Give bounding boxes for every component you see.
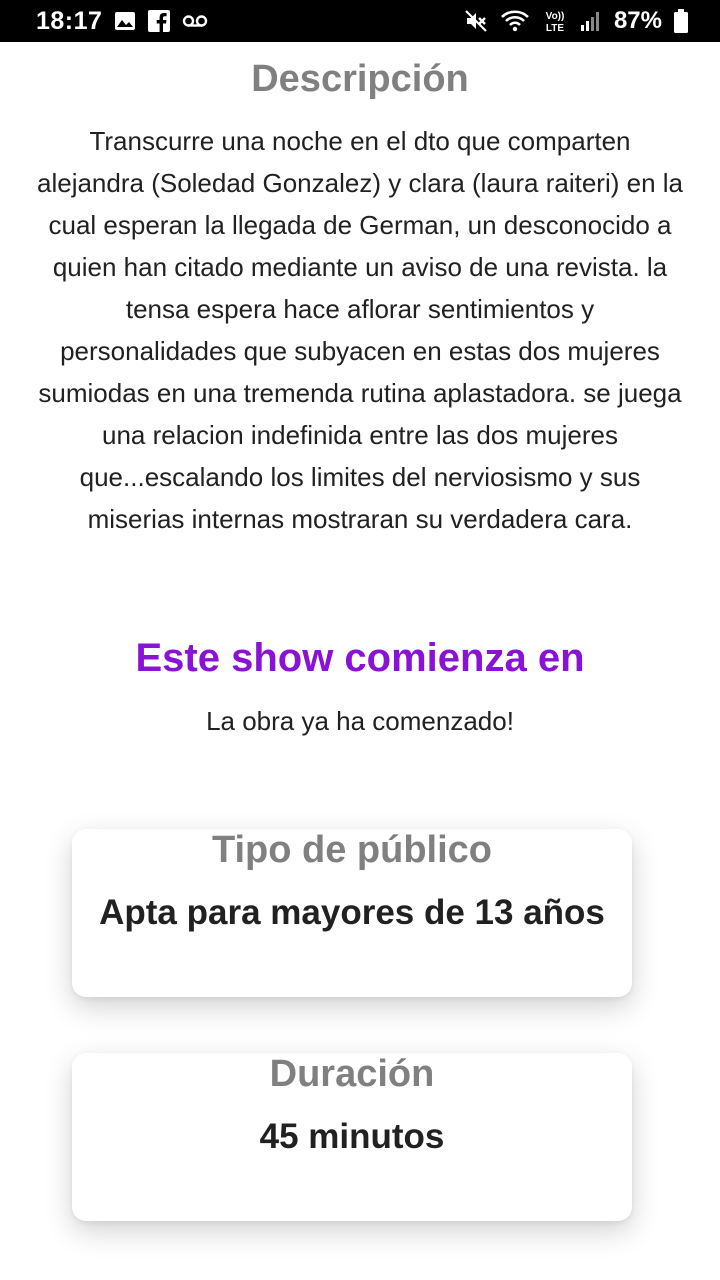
facebook-icon xyxy=(148,10,171,32)
status-time: 18:17 xyxy=(36,6,103,35)
voicemail-icon xyxy=(182,14,208,28)
description-text: Transcurre una noche en el dto que compa… xyxy=(37,126,683,534)
duration-card: Duración 45 minutos xyxy=(72,1053,632,1221)
audience-title: Tipo de público xyxy=(211,829,493,871)
show-detail-content[interactable]: Descripción Transcurre una noche en el d… xyxy=(0,42,720,1280)
show-start-heading: Este show comienza en xyxy=(135,636,585,680)
duration-value: 45 minutos xyxy=(259,1117,445,1156)
status-bar-left: 18:17 xyxy=(36,7,208,36)
battery-percent: 87% xyxy=(613,7,662,34)
audience-card: Tipo de público Apta para mayores de 13 … xyxy=(72,829,632,997)
status-bar: 18:17 Vo)) LTE 87% xyxy=(0,0,720,42)
signal-icon xyxy=(580,10,602,32)
wifi-icon xyxy=(500,9,530,33)
image-icon xyxy=(114,11,136,31)
status-bar-right: Vo)) LTE 87% xyxy=(464,7,688,35)
volte-icon: Vo)) LTE xyxy=(542,8,568,34)
show-status-text: La obra ya ha comenzado! xyxy=(206,706,514,736)
audience-value: Apta para mayores de 13 años xyxy=(99,893,605,932)
battery-icon xyxy=(674,9,688,33)
description-heading: Descripción xyxy=(251,58,469,100)
mute-icon xyxy=(464,9,488,33)
volte-bottom-label: LTE xyxy=(546,23,564,34)
duration-title: Duración xyxy=(269,1053,435,1095)
volte-top-label: Vo)) xyxy=(546,11,565,22)
